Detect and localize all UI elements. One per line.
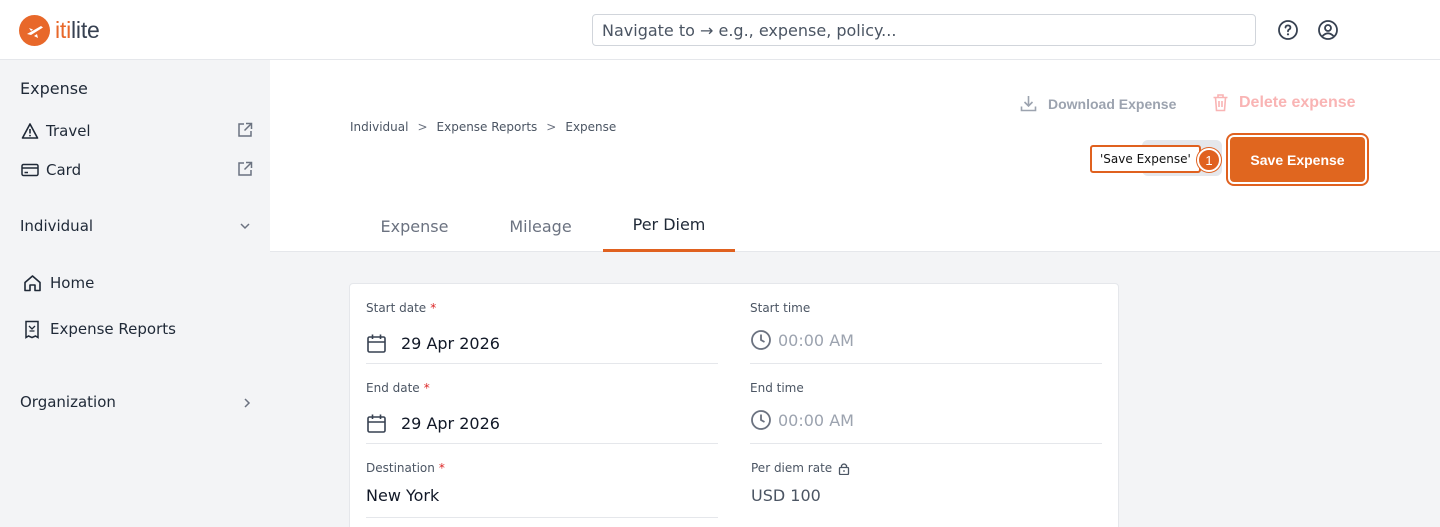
plane-logo-icon <box>19 14 50 46</box>
sidebar-section-individual[interactable]: Individual <box>20 214 256 238</box>
sidebar-item-home[interactable]: Home <box>22 271 258 295</box>
download-expense-label: Download Expense <box>1048 95 1177 112</box>
top-bar: itilite Navigate to → e.g., expense, pol… <box>0 0 1440 60</box>
chevron-right-icon <box>244 398 251 408</box>
help-icon[interactable] <box>1277 19 1299 41</box>
delete-expense-button[interactable]: Delete expense <box>1212 93 1356 112</box>
logo-wordmark: itilite <box>55 16 100 43</box>
tab-mileage[interactable]: Mileage <box>484 200 597 252</box>
external-link-icon[interactable] <box>236 160 254 178</box>
expense-type-tabs: Expense Mileage Per Diem <box>270 200 1440 252</box>
breadcrumb-separator: > <box>546 120 557 134</box>
calendar-icon <box>367 334 386 353</box>
start-date-underline <box>366 363 718 364</box>
save-expense-button[interactable]: Save Expense <box>1230 137 1365 182</box>
sidebar-item-label: Expense Reports <box>50 320 176 338</box>
travel-warning-icon <box>20 121 40 141</box>
download-icon <box>1020 96 1037 112</box>
tab-expense[interactable]: Expense <box>358 200 471 252</box>
sidebar-item-label: Travel <box>46 122 91 140</box>
sidebar-item-label: Home <box>50 274 95 292</box>
receipt-icon <box>22 319 42 339</box>
sidebar-section-label: Organization <box>20 393 116 411</box>
navigate-search-input[interactable]: Navigate to → e.g., expense, policy... <box>592 14 1256 46</box>
start-time-field[interactable]: 00:00 AM <box>750 329 854 351</box>
lock-icon <box>839 462 850 475</box>
per-diem-rate-value: USD 100 <box>751 486 821 505</box>
start-date-value: 29 Apr 2026 <box>401 334 500 353</box>
destination-field[interactable]: New York <box>366 486 439 505</box>
delete-expense-label: Delete expense <box>1239 93 1356 111</box>
tab-per-diem[interactable]: Per Diem <box>603 200 735 252</box>
clock-icon <box>751 330 771 350</box>
chevron-down-icon <box>240 223 250 230</box>
calendar-icon <box>367 414 386 433</box>
sidebar-item-label: Card <box>46 161 82 179</box>
breadcrumb-expense-reports[interactable]: Expense Reports <box>437 120 538 134</box>
main-area: Individual > Expense Reports > Expense D… <box>270 60 1440 527</box>
user-account-icon[interactable] <box>1317 19 1339 41</box>
sidebar-item-card[interactable]: Card <box>20 158 256 182</box>
end-date-value: 29 Apr 2026 <box>401 414 500 433</box>
sidebar-item-expense-reports[interactable]: Expense Reports <box>22 317 258 341</box>
per-diem-form-card: Start date * 29 Apr 2026 Start time 00:00… <box>349 283 1119 527</box>
annotation-tooltip: 'Save Expense' <box>1090 145 1201 173</box>
home-icon <box>22 273 42 293</box>
per-diem-rate-label: Per diem rate <box>751 461 850 475</box>
start-date-label: Start date * <box>366 301 437 315</box>
end-time-underline <box>750 443 1102 444</box>
breadcrumb-individual[interactable]: Individual <box>350 120 408 134</box>
end-date-underline <box>366 443 718 444</box>
breadcrumb-expense: Expense <box>565 120 617 134</box>
start-time-underline <box>750 363 1102 364</box>
destination-label: Destination * <box>366 461 445 475</box>
end-time-value: 00:00 AM <box>778 410 854 430</box>
end-date-field[interactable]: 29 Apr 2026 <box>366 413 500 434</box>
form-area: Start date * 29 Apr 2026 Start time 00:00… <box>270 252 1440 527</box>
sidebar-section-organization[interactable]: Organization <box>20 390 256 414</box>
end-time-field[interactable]: 00:00 AM <box>750 409 854 431</box>
download-expense-button[interactable]: Download Expense <box>1019 94 1176 113</box>
sidebar: Expense Travel Card Individual Home Expe… <box>0 60 270 527</box>
credit-card-icon <box>20 160 40 180</box>
clock-icon <box>751 410 771 430</box>
sidebar-section-label: Individual <box>20 217 94 235</box>
annotation-step-badge: 1 <box>1197 148 1221 172</box>
sidebar-section-expense: Expense <box>20 79 88 98</box>
start-time-label: Start time <box>750 301 811 315</box>
trash-icon <box>1213 94 1228 112</box>
itilite-logo[interactable]: itilite <box>19 14 100 46</box>
breadcrumb-separator: > <box>417 120 428 134</box>
start-time-value: 00:00 AM <box>778 330 854 350</box>
external-link-icon[interactable] <box>236 121 254 139</box>
start-date-field[interactable]: 29 Apr 2026 <box>366 333 500 354</box>
end-date-label: End date * <box>366 381 430 395</box>
sidebar-item-travel[interactable]: Travel <box>20 119 256 143</box>
end-time-label: End time <box>750 381 804 395</box>
destination-underline <box>366 517 718 518</box>
breadcrumb: Individual > Expense Reports > Expense <box>350 120 616 134</box>
